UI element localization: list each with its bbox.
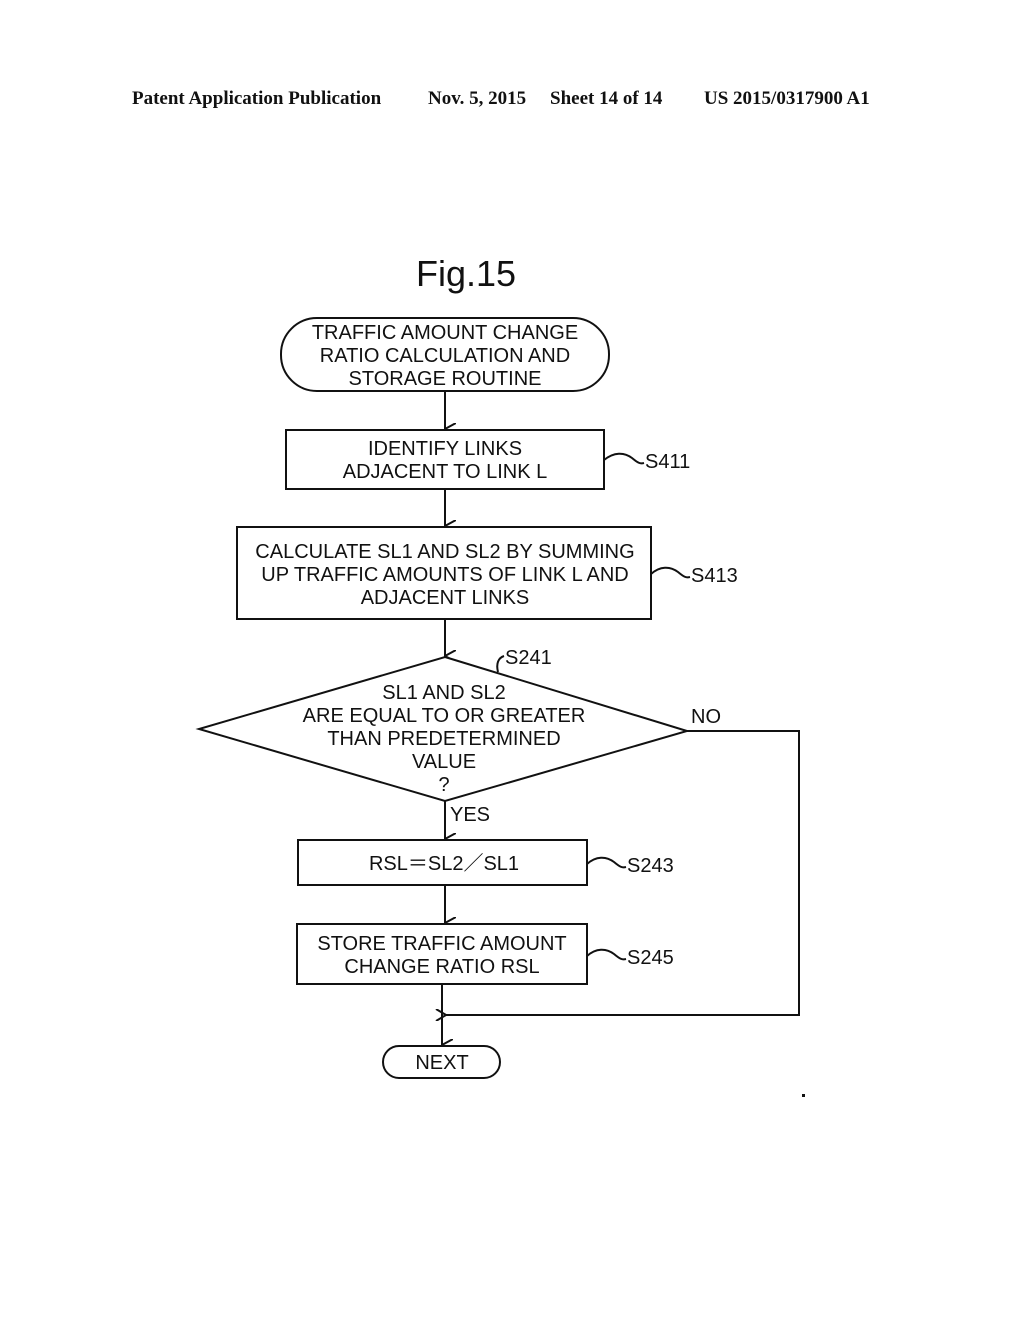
step-text-line: CALCULATE SL1 AND SL2 BY SUMMING xyxy=(255,541,634,563)
end-label: NEXT xyxy=(415,1052,468,1074)
step-text-line: STORE TRAFFIC AMOUNT xyxy=(317,933,566,955)
decision-text-line: SL1 AND SL2 xyxy=(382,682,505,704)
label-leader xyxy=(603,452,645,465)
step-text-line: IDENTIFY LINKS xyxy=(368,438,522,460)
label-leader xyxy=(496,655,505,673)
label-leader xyxy=(586,856,627,869)
end-terminator: NEXT xyxy=(382,1045,501,1079)
flowchart: Fig.15 TRAFFIC AMOUNT CHANGE RATIO CALCU… xyxy=(195,253,805,1097)
decision-text-line: ARE EQUAL TO OR GREATER xyxy=(303,705,586,727)
decision-text-line: VALUE xyxy=(412,751,476,773)
step-text-line: ADJACENT LINKS xyxy=(361,587,530,609)
step-s413: CALCULATE SL1 AND SL2 BY SUMMING UP TRAF… xyxy=(236,526,738,620)
decision-text-line: ? xyxy=(438,774,449,796)
step-text-line: CHANGE RATIO RSL xyxy=(344,956,539,978)
start-text-line: TRAFFIC AMOUNT CHANGE xyxy=(312,322,578,344)
step-text-line: RSL＝SL2／SL1 xyxy=(369,853,519,875)
step-id-label: S245 xyxy=(627,947,674,969)
start-terminator: TRAFFIC AMOUNT CHANGE RATIO CALCULATION … xyxy=(280,317,610,392)
step-id-label: S411 xyxy=(645,451,690,473)
step-s245: STORE TRAFFIC AMOUNT CHANGE RATIO RSL S2… xyxy=(296,923,674,985)
stray-dot xyxy=(802,1094,805,1097)
no-branch-label: NO xyxy=(691,706,721,728)
start-text-line: RATIO CALCULATION AND xyxy=(320,345,570,367)
label-leader xyxy=(586,948,627,961)
yes-branch-label: YES xyxy=(450,804,490,826)
step-id-label: S413 xyxy=(691,565,738,587)
step-id-label: S243 xyxy=(627,855,674,877)
decision-text-line: THAN PREDETERMINED xyxy=(327,728,560,750)
decision-id-label: S241 xyxy=(505,647,552,669)
start-text-line: STORAGE ROUTINE xyxy=(349,368,542,390)
figure-title: Fig.15 xyxy=(416,253,516,294)
step-s411: IDENTIFY LINKS ADJACENT TO LINK L S411 xyxy=(285,429,690,490)
decision-s241: SL1 AND SL2 ARE EQUAL TO OR GREATER THAN… xyxy=(195,647,721,826)
step-text-line: UP TRAFFIC AMOUNTS OF LINK L AND xyxy=(261,564,628,586)
step-s243: RSL＝SL2／SL1 S243 xyxy=(297,839,674,886)
step-text-line: ADJACENT TO LINK L xyxy=(343,461,548,483)
label-leader xyxy=(650,566,691,579)
